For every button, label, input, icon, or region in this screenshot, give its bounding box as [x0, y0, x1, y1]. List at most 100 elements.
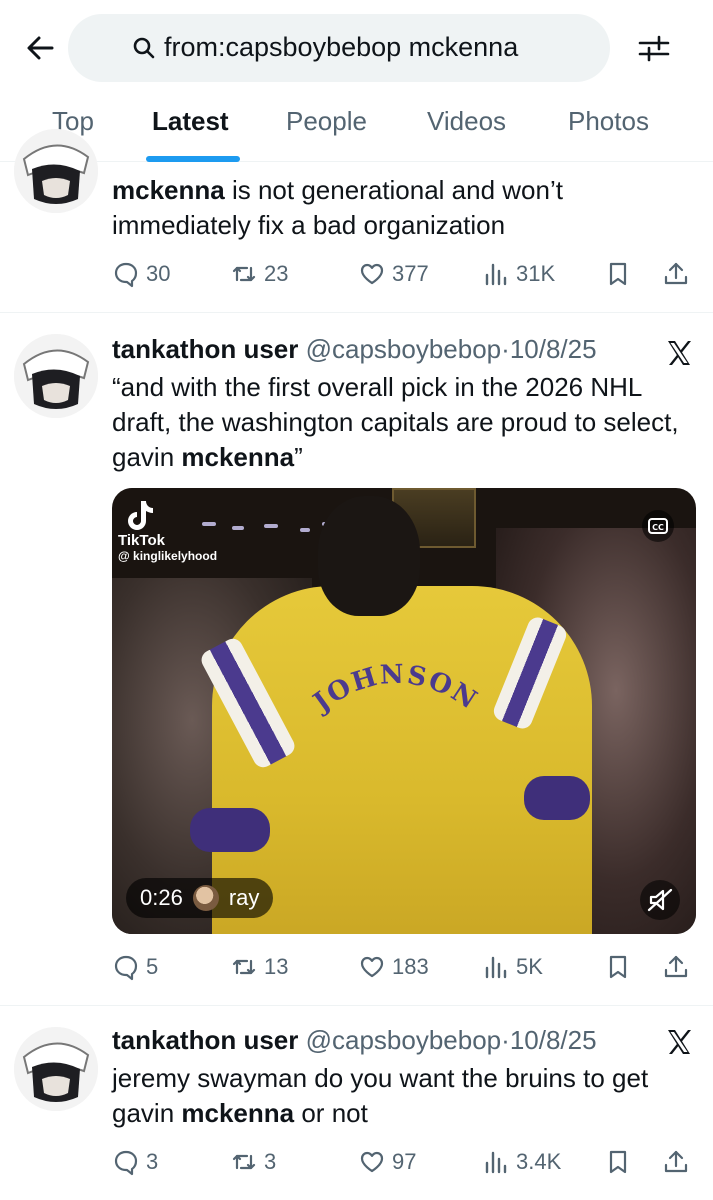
x-logo-icon: [668, 341, 691, 365]
back-arrow-icon[interactable]: [22, 30, 58, 66]
separator-dot: ·: [501, 334, 510, 364]
repost-button[interactable]: 23: [230, 257, 288, 291]
views-button[interactable]: 3.4K: [482, 1145, 561, 1179]
avatar[interactable]: [14, 1027, 98, 1111]
jersey-sleeve: [524, 776, 590, 820]
share-button[interactable]: [662, 950, 690, 984]
reply-button[interactable]: 5: [112, 950, 158, 984]
reply-icon: [114, 262, 138, 288]
avatar[interactable]: [14, 129, 98, 213]
tweet-1[interactable]: mckenna is not generational and won’t im…: [0, 129, 713, 313]
tiktok-logo-icon: [128, 501, 153, 530]
display-name[interactable]: tankathon user: [112, 1025, 298, 1055]
share-icon: [664, 262, 688, 285]
repost-button[interactable]: 3: [230, 1145, 276, 1179]
video-duration-pill: 0:26 ray: [126, 878, 274, 918]
video-uploader: ray: [228, 885, 260, 910]
jersey-sleeve: [190, 808, 270, 852]
views-chart-icon: [485, 956, 507, 979]
tweet-text: jeremy swayman do you want the bruins to…: [112, 1061, 692, 1131]
bookmark-button[interactable]: [604, 1145, 632, 1179]
repost-icon: [232, 266, 256, 282]
view-count: 3.4K: [516, 1149, 562, 1174]
uploader-avatar: [192, 885, 219, 911]
tweet-date[interactable]: 10/8/25: [510, 1025, 597, 1055]
heart-icon: [360, 1151, 384, 1173]
share-button[interactable]: [662, 1145, 690, 1179]
repost-count: 13: [264, 954, 289, 979]
like-button[interactable]: 377: [358, 257, 429, 291]
reply-icon: [114, 955, 138, 981]
share-icon: [664, 955, 688, 978]
tiktok-watermark-brand: TikTok: [118, 532, 165, 549]
tweet-header: tankathon user @capsboybebop·10/8/25: [112, 334, 597, 365]
captions-icon: CC: [648, 518, 668, 534]
action-bar: 5 13 183 5K: [112, 950, 702, 984]
tab-videos[interactable]: Videos: [427, 106, 506, 137]
highlight-keyword: mckenna: [181, 1098, 295, 1128]
avatar-image: [14, 129, 98, 213]
bookmark-button[interactable]: [604, 257, 632, 291]
action-bar: 30 23 377 31K: [112, 257, 702, 291]
tweet-text-end: ”: [294, 442, 303, 472]
search-icon: [133, 37, 155, 59]
like-count: 377: [392, 261, 429, 286]
reply-count: 3: [146, 1149, 159, 1174]
repost-count: 23: [264, 261, 289, 286]
search-input[interactable]: from:capsboybebop mckenna: [68, 14, 610, 82]
tab-photos[interactable]: Photos: [568, 106, 649, 137]
tweet-text: “and with the first overall pick in the …: [112, 370, 692, 475]
player-head: [318, 496, 420, 616]
tweet-3[interactable]: tankathon user @capsboybebop·10/8/25 jer…: [0, 1007, 713, 1200]
repost-icon: [232, 1154, 256, 1170]
top-bar: from:capsboybebop mckenna: [0, 0, 713, 96]
bookmark-icon: [609, 262, 627, 286]
mute-button[interactable]: [640, 880, 680, 920]
bookmark-button[interactable]: [604, 950, 632, 984]
like-count: 183: [392, 954, 429, 979]
like-button[interactable]: 97: [358, 1145, 416, 1179]
avatar-image: [14, 1027, 98, 1111]
view-count: 5K: [516, 954, 543, 979]
svg-text:JOHNSON: JOHNSON: [307, 660, 483, 718]
reply-button[interactable]: 3: [112, 1145, 158, 1179]
reply-count: 30: [146, 261, 171, 286]
tab-people[interactable]: People: [286, 106, 367, 137]
bookmark-icon: [609, 955, 627, 979]
highlight-keyword: mckenna: [181, 442, 295, 472]
heart-icon: [360, 956, 384, 978]
heart-icon: [360, 263, 384, 285]
action-bar: 3 3 97 3.4K: [112, 1145, 702, 1179]
tweet-date[interactable]: 10/8/25: [510, 334, 597, 364]
bookmark-icon: [609, 1150, 627, 1174]
captions-button[interactable]: CC: [642, 510, 674, 542]
user-handle[interactable]: @capsboybebop: [306, 1025, 502, 1055]
filter-sliders-icon[interactable]: [634, 28, 674, 68]
muted-speaker-icon: [647, 888, 673, 912]
views-button[interactable]: 31K: [482, 257, 555, 291]
tweet-text-end: or not: [294, 1098, 368, 1128]
like-button[interactable]: 183: [358, 950, 429, 984]
active-tab-indicator: [146, 156, 240, 162]
svg-text:CC: CC: [652, 523, 664, 532]
display-name[interactable]: tankathon user: [112, 334, 298, 364]
view-count: 31K: [516, 261, 556, 286]
reply-button[interactable]: 30: [112, 257, 170, 291]
video-player[interactable]: JOHNSON TikTok @ kinglikelyhood CC 0:26 …: [112, 488, 696, 934]
tiktok-watermark-user: @ kinglikelyhood: [118, 549, 218, 563]
user-handle[interactable]: @capsboybebop: [306, 334, 502, 364]
repost-count: 3: [264, 1149, 277, 1174]
highlight-keyword: mckenna: [112, 175, 225, 205]
like-count: 97: [392, 1149, 417, 1174]
video-duration: 0:26: [140, 885, 183, 910]
views-button[interactable]: 5K: [482, 950, 543, 984]
tweet-header: tankathon user @capsboybebop·10/8/25: [112, 1025, 597, 1056]
share-button[interactable]: [662, 257, 690, 291]
separator-dot: ·: [501, 1025, 510, 1055]
search-tabs: Top Latest People Videos Photos: [0, 96, 713, 162]
repost-button[interactable]: 13: [230, 950, 288, 984]
tab-latest[interactable]: Latest: [152, 106, 229, 137]
avatar[interactable]: [14, 334, 98, 418]
search-query: from:capsboybebop mckenna: [164, 32, 519, 62]
share-icon: [664, 1150, 688, 1173]
